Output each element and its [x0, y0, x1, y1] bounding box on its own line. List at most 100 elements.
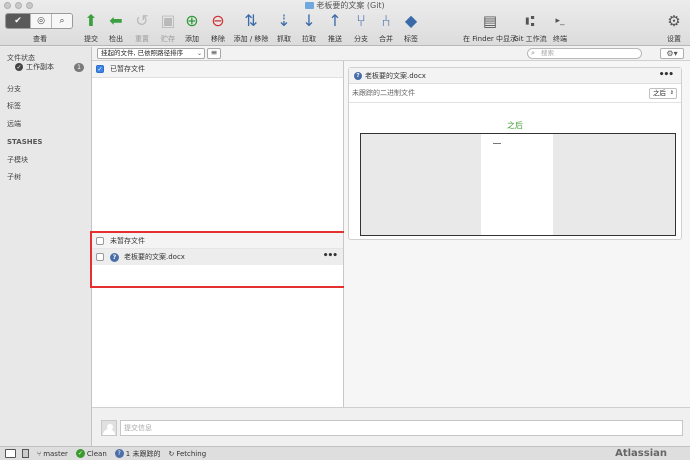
diff-file-name: 老板要的文案.docx	[365, 71, 426, 80]
file-filter-select[interactable]: 挂起的文件, 已依照路径排序 ⌄	[97, 48, 205, 59]
push-icon: ↑	[328, 11, 342, 30]
unstaged-checkbox[interactable]	[96, 236, 104, 245]
checkout-label: 检出	[109, 35, 123, 43]
search-placeholder: 搜索	[541, 49, 554, 57]
sync-icon: ↻	[168, 449, 175, 458]
tag-button[interactable]: ◆ 标签	[393, 11, 429, 44]
unstaged-files-label: 未暂存文件	[110, 236, 145, 245]
file-filter-value: 挂起的文件, 已依照路径排序	[101, 49, 184, 57]
merge-label: 合并	[379, 35, 393, 43]
search-icon: ⌕	[59, 16, 65, 26]
folder-icon	[305, 2, 315, 9]
search-icon: ⌕	[531, 49, 535, 57]
branch-label: 分支	[354, 35, 368, 43]
diff-settings-button[interactable]: ⚙▾	[660, 48, 684, 59]
remove-icon: ⊖	[211, 11, 225, 30]
brand-logo: Atlassian	[615, 448, 667, 459]
sidebar-item-branches[interactable]: 分支	[7, 84, 21, 94]
history-view-button[interactable]: ◎	[30, 14, 51, 28]
document-preview	[360, 133, 676, 236]
search-view-button[interactable]: ⌕	[51, 14, 72, 28]
history-icon: ◎	[37, 16, 45, 26]
untracked-status: ? 1 未跟踪的	[114, 449, 160, 459]
diff-toolbar: ⌕ 搜索 ⚙▾	[344, 46, 690, 61]
checkmark-icon: ✓	[15, 63, 23, 71]
commit-icon: ⬆	[84, 11, 98, 30]
pull-label: 拉取	[302, 35, 316, 43]
commit-message-input[interactable]: 提交信息	[120, 420, 683, 436]
reset-icon: ↺	[135, 11, 149, 30]
sidebar-item-tags[interactable]: 标签	[7, 101, 21, 111]
sidebar-item-stashes[interactable]: STASHES	[7, 138, 42, 146]
view-label: 查看	[33, 35, 47, 43]
status-bar: ⑂ master ✓ Clean ? 1 未跟踪的 ↻ Fetching Atl…	[0, 446, 690, 460]
diff-subheader: 未跟踪的二进制文件 之后 ⇕	[349, 84, 681, 103]
window-title: 老板要的文案 (Git)	[0, 0, 690, 11]
list-view-menu-button[interactable]: ≡	[207, 48, 221, 59]
menu-icon: ≡	[210, 48, 218, 57]
settings-button[interactable]: ⚙ 设置	[656, 11, 690, 44]
view-segmented-control[interactable]: ✔ ◎ ⌕	[5, 13, 73, 29]
untracked-icon: ?	[114, 449, 124, 458]
commit-bar: 提交信息	[92, 407, 690, 446]
chevron-updown-icon: ⇕	[669, 90, 674, 96]
add-icon: ⊕	[185, 11, 199, 30]
reset-label: 重置	[135, 35, 149, 43]
diff-view-value: 之后	[653, 89, 666, 97]
text-line	[493, 143, 501, 144]
merge-icon: ⑃	[381, 11, 391, 30]
stash-label: 贮存	[161, 35, 175, 43]
clean-status: ✓ Clean	[75, 449, 107, 458]
fetch-icon: ⇣	[277, 11, 291, 30]
sidebar-item-subtrees[interactable]: 子树	[7, 172, 21, 182]
checkout-icon: ⬅	[109, 11, 123, 30]
more-options-icon[interactable]: •••	[659, 70, 674, 80]
more-options-icon[interactable]: •••	[323, 251, 338, 261]
push-label: 推送	[328, 35, 342, 43]
file-list-panel: ✓ 已暂存文件 未暂存文件 ? 老板要的文案.docx •••	[92, 61, 344, 407]
terminal-icon: ▸_	[555, 15, 565, 26]
remove-label: 移除	[211, 35, 225, 43]
filter-bar: 挂起的文件, 已依照路径排序 ⌄ ≡	[92, 46, 344, 61]
sidebar: 文件状态 ✓ 工作副本 1 分支 标签 远端 STASHES 子模块 子树	[0, 47, 92, 446]
git-flow-icon: ⑆	[525, 11, 535, 30]
list-item[interactable]: ? 老板要的文案.docx •••	[92, 249, 343, 265]
toolbar: 老板要的文案 (Git) ✔ ◎ ⌕ 查看 ⬆ 提交 ⬅ 检出 ↺ 重置 ▣ 贮存 ⊕ 添加 ⊖ 移除…	[0, 0, 690, 46]
branch-icon: ⑂	[356, 11, 366, 30]
unstaged-files-header[interactable]: 未暂存文件	[92, 233, 343, 249]
diff-panel: ? 老板要的文案.docx ••• 未跟踪的二进制文件 之后 ⇕ 之后	[344, 61, 690, 407]
finder-icon: ▤	[482, 11, 498, 30]
pull-icon: ↓	[302, 11, 316, 30]
sidebar-item-working-copy[interactable]: ✓ 工作副本 1	[7, 61, 87, 73]
after-label: 之后	[507, 121, 523, 130]
chevron-down-icon: ⌄	[196, 50, 202, 57]
untracked-icon: ?	[110, 252, 119, 262]
sidebar-item-submodules[interactable]: 子模块	[7, 155, 28, 165]
diff-description: 未跟踪的二进制文件	[352, 89, 415, 97]
fetching-status: ↻ Fetching	[168, 449, 207, 458]
diff-header: ? 老板要的文案.docx •••	[349, 68, 681, 84]
diff-view-select[interactable]: 之后 ⇕	[649, 88, 677, 99]
add-remove-icon: ⇅	[244, 11, 258, 30]
staged-checkbox[interactable]: ✓	[96, 65, 104, 73]
commit-placeholder: 提交信息	[124, 424, 152, 432]
checkmark-icon: ✔	[14, 16, 22, 26]
untracked-icon: ?	[354, 71, 362, 80]
add-label: 添加	[185, 35, 199, 43]
file-status-view-button[interactable]: ✔	[6, 14, 30, 28]
sidebar-item-remotes[interactable]: 远端	[7, 119, 21, 129]
commit-label: 提交	[84, 35, 98, 43]
drive-icon	[22, 449, 29, 458]
terminal-button[interactable]: ▸_ 终端	[542, 11, 578, 44]
count-badge: 1	[74, 62, 84, 72]
staged-files-label: 已暂存文件	[110, 65, 145, 73]
file-checkbox[interactable]	[96, 253, 104, 261]
sidebar-toggle-icon[interactable]	[5, 449, 16, 458]
branch-icon: ⑂	[37, 449, 42, 458]
file-name: 老板要的文案.docx	[124, 253, 185, 261]
staged-files-header[interactable]: ✓ 已暂存文件	[92, 61, 343, 78]
document-page	[481, 134, 553, 235]
search-input[interactable]: ⌕ 搜索	[527, 48, 642, 59]
tag-label: 标签	[404, 35, 418, 43]
tag-icon: ◆	[404, 11, 418, 30]
